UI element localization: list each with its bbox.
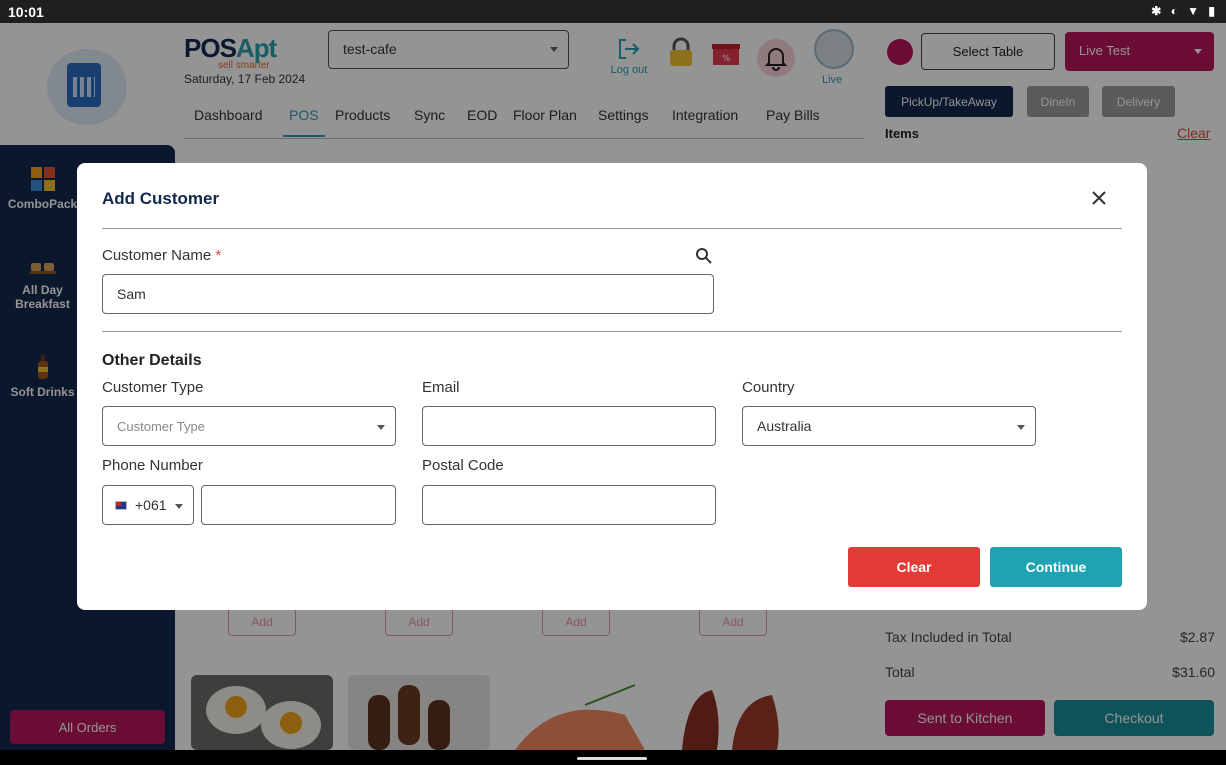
customer-name-label-text: Customer Name: [102, 247, 212, 264]
customer-name-label: Customer Name *: [102, 247, 221, 264]
customer-type-label: Customer Type: [102, 379, 204, 396]
continue-button[interactable]: Continue: [990, 547, 1122, 587]
country-label: Country: [742, 379, 795, 396]
status-time: 10:01: [8, 4, 44, 20]
clear-button[interactable]: Clear: [848, 547, 980, 587]
phone-code-value: +061: [135, 497, 167, 513]
divider: [102, 228, 1122, 229]
customer-type-select[interactable]: Customer Type: [102, 406, 396, 446]
required-mark: *: [215, 247, 222, 264]
status-bar: 10:01 ✱ ◐ ▼ ▮: [0, 0, 1226, 23]
country-select[interactable]: Australia: [742, 406, 1036, 446]
system-nav-bar: [0, 750, 1226, 765]
divider: [102, 331, 1122, 332]
postal-code-field[interactable]: [422, 485, 716, 525]
chevron-down-icon: [175, 504, 183, 509]
customer-name-value: Sam: [117, 286, 146, 302]
phone-number-field[interactable]: [201, 485, 396, 525]
search-icon[interactable]: [695, 247, 713, 265]
phone-country-code-select[interactable]: +061: [102, 485, 194, 525]
home-handle[interactable]: [577, 757, 647, 760]
close-icon[interactable]: [1088, 187, 1110, 209]
dialog-title: Add Customer: [102, 189, 220, 208]
other-details-heading: Other Details: [102, 352, 202, 369]
phone-number-label: Phone Number: [102, 457, 203, 474]
chevron-down-icon: [377, 425, 385, 430]
chevron-down-icon: [1017, 425, 1025, 430]
customer-name-input[interactable]: Sam: [102, 274, 714, 314]
australia-flag-icon: [115, 500, 127, 510]
email-label: Email: [422, 379, 460, 396]
email-field[interactable]: [422, 406, 716, 446]
add-customer-dialog: Add Customer Customer Name * Sam Other D…: [77, 163, 1147, 610]
customer-type-placeholder: Customer Type: [117, 418, 205, 434]
pos-app: ComboPack All Day Breakfast Soft Drinks …: [0, 23, 1226, 750]
country-value: Australia: [757, 418, 812, 434]
postal-code-label: Postal Code: [422, 457, 504, 474]
system-status-icons: ✱ ◐ ▼ ▮: [1151, 4, 1218, 18]
